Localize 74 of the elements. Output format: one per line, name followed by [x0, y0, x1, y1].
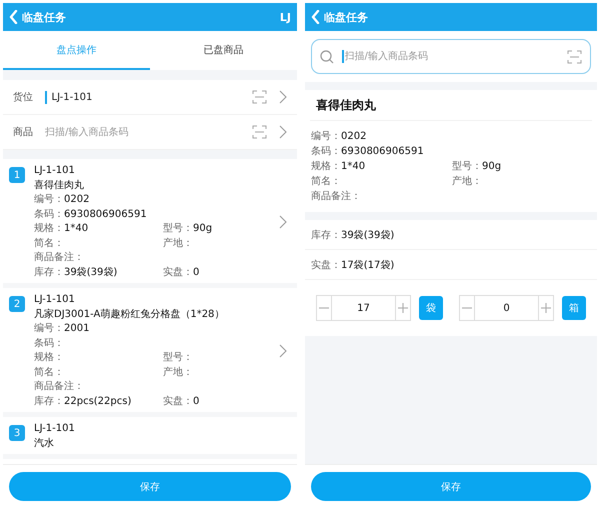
- search-icon: [320, 50, 334, 64]
- detail-value: 90g: [193, 222, 212, 236]
- detail-value: 22pcs(22pcs): [64, 394, 132, 408]
- page-title: 临盘任务: [324, 10, 369, 24]
- field-label: 商品: [13, 126, 33, 139]
- chevron-right-icon[interactable]: [279, 215, 287, 229]
- detail-label: 实盘：: [163, 266, 193, 280]
- detail-value: 0: [193, 394, 200, 408]
- chevron-right-icon[interactable]: [279, 344, 287, 358]
- field-label: 货位: [13, 91, 33, 104]
- detail-label: 简名：: [34, 236, 64, 250]
- location-code: LJ-1-101: [34, 164, 76, 178]
- scan-icon[interactable]: [567, 50, 582, 64]
- detail-value: 2001: [64, 322, 90, 336]
- detail-label: 简名：: [311, 175, 341, 189]
- detail-value: 0202: [64, 193, 90, 207]
- chevron-right-icon[interactable]: [279, 125, 287, 139]
- detail-label: 型号：: [163, 351, 193, 365]
- detail-label: 规格：: [34, 222, 64, 236]
- detail-label: 简名：: [34, 366, 64, 380]
- detail-value: 0202: [341, 130, 366, 144]
- product-name: 喜得佳肉丸: [310, 90, 592, 121]
- detail-value: 39袋(39袋): [64, 266, 118, 280]
- detail-value: 6930806906591: [341, 145, 424, 159]
- product-name: 喜得佳肉丸: [34, 178, 85, 192]
- detail-label: 编号：: [311, 130, 341, 144]
- detail-label: 商品备注：: [34, 380, 84, 394]
- detail-value: 1*40: [341, 160, 366, 174]
- detail-label: 产地：: [163, 236, 193, 250]
- detail-value: 39袋(39袋): [341, 228, 394, 242]
- chevron-right-icon[interactable]: [279, 90, 287, 104]
- user-initials: LJ: [280, 10, 291, 24]
- index-badge: 1: [9, 167, 25, 183]
- scan-icon[interactable]: [252, 125, 267, 139]
- detail-label: 条码：: [34, 336, 64, 350]
- quantity-stepper[interactable]: 17: [316, 295, 411, 321]
- input-field[interactable]: LJ-1-101: [52, 92, 240, 102]
- product-name: 凡家DJ3001-A萌趣粉红兔分格盘（1*28）: [34, 308, 226, 322]
- page-title: 临盘任务: [22, 10, 67, 24]
- location-code: LJ-1-101: [34, 422, 76, 436]
- index-badge: 3: [9, 425, 25, 441]
- detail-label: 库存：: [34, 266, 64, 280]
- back-icon[interactable]: [311, 10, 320, 24]
- product-name: 汽水: [34, 436, 55, 450]
- quantity-field[interactable]: 17: [331, 296, 396, 320]
- detail-label: 商品备注：: [34, 251, 84, 265]
- detail-label: 库存：: [311, 228, 341, 242]
- detail-label: 规格：: [34, 351, 64, 365]
- detail-label: 实盘：: [311, 258, 341, 272]
- detail-value: 0: [193, 266, 200, 280]
- plus-icon[interactable]: [398, 303, 408, 313]
- detail-label: 型号：: [163, 222, 193, 236]
- location-code: LJ-1-101: [34, 293, 76, 307]
- detail-label: 库存：: [34, 394, 64, 408]
- detail-label: 编号：: [34, 193, 64, 207]
- detail-value: 1*40: [64, 222, 88, 236]
- detail-label: 条码：: [34, 208, 64, 222]
- detail-label: 条码：: [311, 145, 341, 159]
- detail-label: 产地：: [163, 366, 193, 380]
- index-badge: 2: [9, 296, 25, 312]
- detail-label: 型号：: [452, 160, 482, 174]
- detail-label: 商品备注：: [311, 190, 361, 204]
- scan-icon[interactable]: [252, 90, 267, 104]
- detail-label: 产地：: [452, 174, 482, 189]
- detail-label: 实盘：: [163, 394, 193, 408]
- plus-icon[interactable]: [541, 303, 551, 313]
- quantity-stepper[interactable]: 0: [459, 295, 554, 321]
- detail-label: 编号：: [34, 322, 64, 336]
- detail-value: 6930806906591: [64, 208, 147, 222]
- back-icon[interactable]: [9, 10, 18, 24]
- detail-value: 90g: [482, 160, 502, 174]
- quantity-field[interactable]: 0: [474, 296, 539, 320]
- detail-value: 17袋(17袋): [341, 258, 394, 272]
- detail-label: 规格：: [311, 160, 341, 174]
